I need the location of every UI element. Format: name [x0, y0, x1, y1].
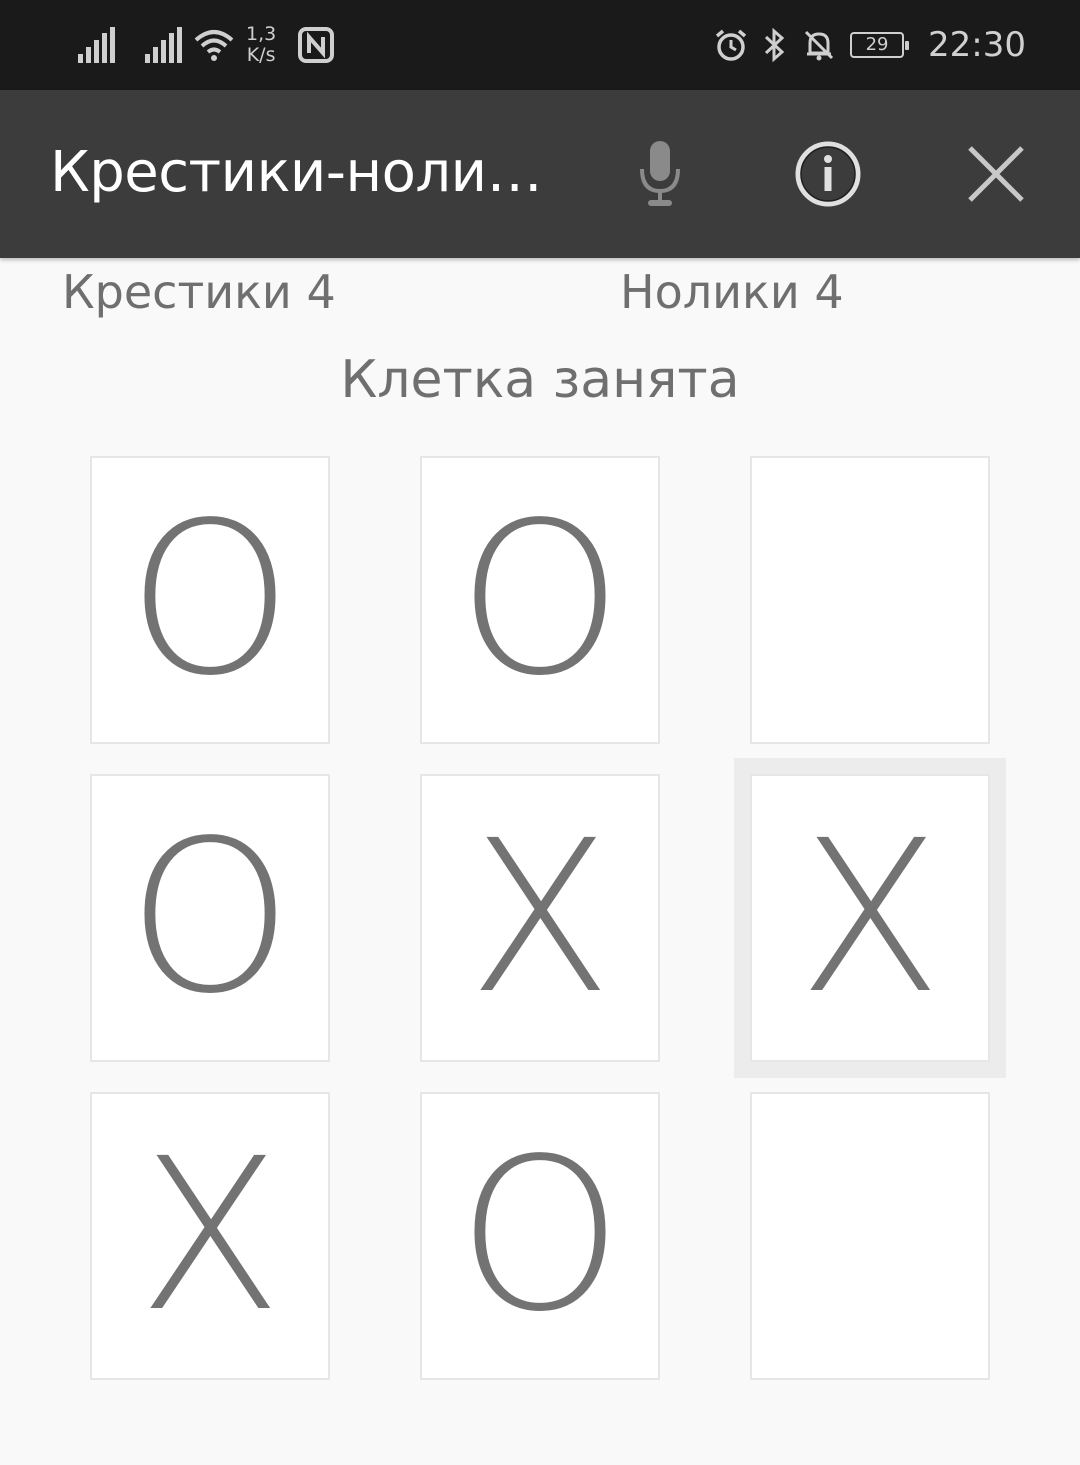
status-bar: 1,3 K/s 29 22:30 [0, 0, 1080, 90]
game-message: Клетка занята [340, 350, 740, 410]
board-cell-1-2[interactable]: O [420, 456, 660, 744]
cell-mark: X [798, 795, 942, 1040]
network-speed: 1,3 K/s [246, 24, 276, 66]
cell-mark: X [468, 795, 612, 1040]
cell-mark: X [138, 1113, 282, 1358]
close-button[interactable] [958, 136, 1034, 212]
cell-mark: O [127, 477, 293, 722]
board-cell-2-1[interactable]: O [90, 774, 330, 1062]
status-bar-right: 29 22:30 [714, 22, 1026, 68]
noughts-score: Нолики 4 [620, 265, 844, 319]
board-cell-2-2[interactable]: X [420, 774, 660, 1062]
info-button[interactable] [790, 136, 866, 212]
board-cell-3-2[interactable]: O [420, 1092, 660, 1380]
wifi-icon [194, 30, 234, 61]
nfc-icon [298, 27, 335, 63]
cell-mark: O [457, 477, 623, 722]
signal-2-icon [145, 27, 182, 63]
microphone-icon [640, 141, 680, 206]
cell-mark: O [457, 1113, 623, 1358]
board-cell-2-3[interactable]: X [734, 758, 1006, 1078]
alarm-icon [715, 29, 747, 61]
board-cell-1-1[interactable]: O [90, 456, 330, 744]
network-speed-value: 1,3 [246, 23, 277, 45]
status-time: 22:30 [928, 25, 1026, 65]
board-cell-3-1[interactable]: X [90, 1092, 330, 1380]
bell-off-icon [804, 30, 834, 61]
battery-indicator: 29 [850, 32, 910, 58]
crosses-score: Крестики 4 [62, 265, 336, 319]
close-icon [968, 146, 1024, 202]
bluetooth-icon [764, 27, 785, 63]
status-bar-left: 1,3 K/s [78, 22, 335, 68]
app-title: Крестики-нолики [50, 140, 550, 205]
microphone-button[interactable] [622, 136, 698, 212]
signal-1-icon [78, 27, 115, 63]
network-speed-unit: K/s [246, 44, 276, 66]
board-cell-1-3[interactable] [750, 456, 990, 744]
cell-mark: O [127, 795, 293, 1040]
board-cell-3-3[interactable] [750, 1092, 990, 1380]
app-bar: Крестики-нолики [0, 90, 1080, 258]
info-icon [795, 141, 861, 207]
